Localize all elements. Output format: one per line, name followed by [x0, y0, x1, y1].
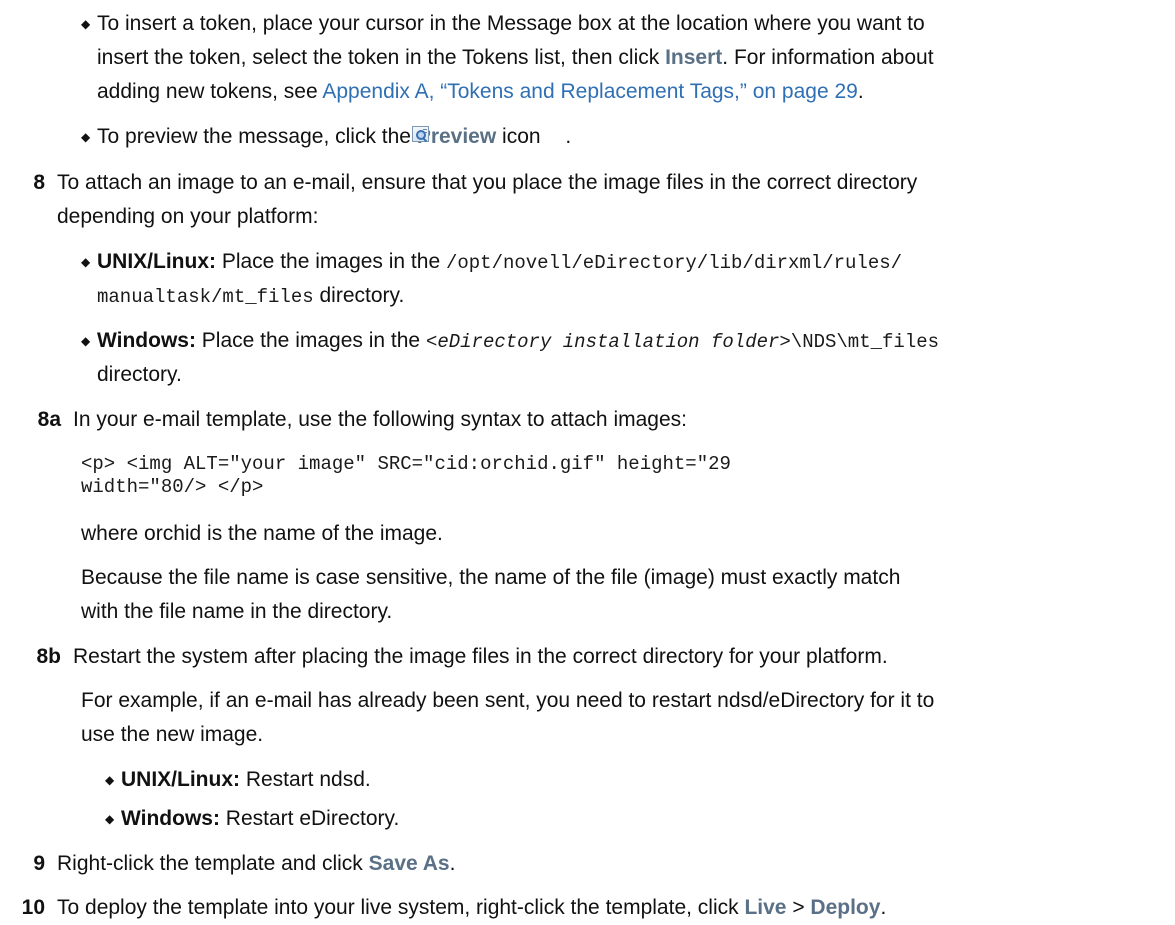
step8-line1: To attach an image to an e-mail, ensure …	[57, 171, 918, 194]
bullet-marker: ◆	[81, 17, 91, 31]
step8-windows-line2: directory.	[97, 363, 182, 386]
step-number: 8	[33, 171, 45, 194]
deploy-label: Deploy	[810, 896, 881, 919]
insert-bullet-text-end: . For information about	[722, 46, 934, 69]
step8a-note-line1: Because the file name is case sensitive,…	[81, 566, 901, 589]
insert-bullet-line2: insert the token, select the token in th…	[97, 47, 934, 68]
windows-text: Place the images in the	[195, 329, 426, 352]
preview-icon	[412, 126, 429, 143]
windows-label: Windows:	[97, 329, 196, 352]
insert-bullet-period: .	[857, 80, 864, 103]
unix-label: UNIX/Linux:	[97, 250, 216, 273]
unix-path-cont: manualtask/mt_files	[97, 286, 314, 308]
insert-bullet-line1: To insert a token, place your cursor in …	[97, 12, 925, 35]
unix-restart-text: Restart ndsd.	[240, 768, 371, 791]
step-number: 10	[21, 896, 45, 919]
code-line: width="80/> </p>	[81, 476, 264, 498]
unix-text-end: directory.	[313, 284, 405, 307]
substep-number: 8a	[37, 408, 61, 431]
bullet-marker: ◆	[81, 255, 91, 269]
step8-line2: depending on your platform:	[57, 205, 319, 228]
step8b-example-line2: use the new image.	[81, 723, 264, 746]
preview-bullet-period: .	[565, 125, 572, 148]
appendix-a-link[interactable]: Appendix A, “Tokens and Replacement Tags…	[322, 80, 857, 103]
preview-bullet-text: To preview the message, click the	[97, 125, 417, 148]
windows-path: \NDS\mt_files	[790, 331, 940, 353]
insert-bullet-line3: adding new tokens, see Appendix A, “Toke…	[97, 81, 864, 102]
step10-text: To deploy the template into your live sy…	[57, 897, 886, 918]
step8b-example-line1: For example, if an e-mail has already be…	[81, 689, 935, 712]
unix-label: UNIX/Linux:	[121, 768, 240, 791]
insert-button-label: Insert	[665, 46, 723, 69]
live-label: Live	[744, 896, 787, 919]
step10-period: .	[880, 896, 887, 919]
menu-separator: >	[786, 896, 811, 919]
step8a-where: where orchid is the name of the image.	[81, 522, 443, 545]
step8-windows-line1: Windows: Place the images in the <eDirec…	[97, 330, 939, 352]
substep-number: 8b	[36, 645, 61, 668]
unix-text: Place the images in the	[216, 250, 446, 273]
bullet-marker: ◆	[81, 130, 91, 144]
bullet-marker: ◆	[105, 773, 115, 787]
bullet-marker: ◆	[81, 334, 91, 348]
step10-text-start: To deploy the template into your live sy…	[57, 896, 745, 919]
code-line: <p> <img ALT="your image" SRC="cid:orchi…	[81, 453, 731, 475]
step8a-note-line2: with the file name in the directory.	[81, 600, 393, 623]
insert-bullet-text: insert the token, select the token in th…	[97, 46, 666, 69]
windows-label: Windows:	[121, 807, 220, 830]
step9-text: Right-click the template and click Save …	[57, 853, 455, 874]
step8b-text: Restart the system after placing the ima…	[73, 645, 888, 668]
step8-unix-line2: manualtask/mt_files directory.	[97, 285, 404, 307]
insert-bullet-text: adding new tokens, see	[97, 80, 323, 103]
windows-restart-text: Restart eDirectory.	[219, 807, 400, 830]
save-as-label: Save As	[368, 852, 450, 875]
windows-path-placeholder: <eDirectory installation folder>	[425, 331, 791, 353]
step8a-text: In your e-mail template, use the followi…	[73, 408, 687, 431]
preview-bullet-text: icon	[496, 125, 547, 148]
step8b-windows: Windows: Restart eDirectory.	[121, 808, 399, 829]
unix-path: /opt/novell/eDirectory/lib/dirxml/rules/	[445, 252, 903, 274]
step8b-unix: UNIX/Linux: Restart ndsd.	[121, 769, 371, 790]
step9-text-start: Right-click the template and click	[57, 852, 369, 875]
preview-bullet: To preview the message, click the Previe…	[97, 126, 571, 147]
step8-unix-line1: UNIX/Linux: Place the images in the /opt…	[97, 251, 902, 273]
step9-period: .	[449, 852, 456, 875]
bullet-marker: ◆	[105, 812, 115, 826]
step-number: 9	[33, 852, 45, 875]
